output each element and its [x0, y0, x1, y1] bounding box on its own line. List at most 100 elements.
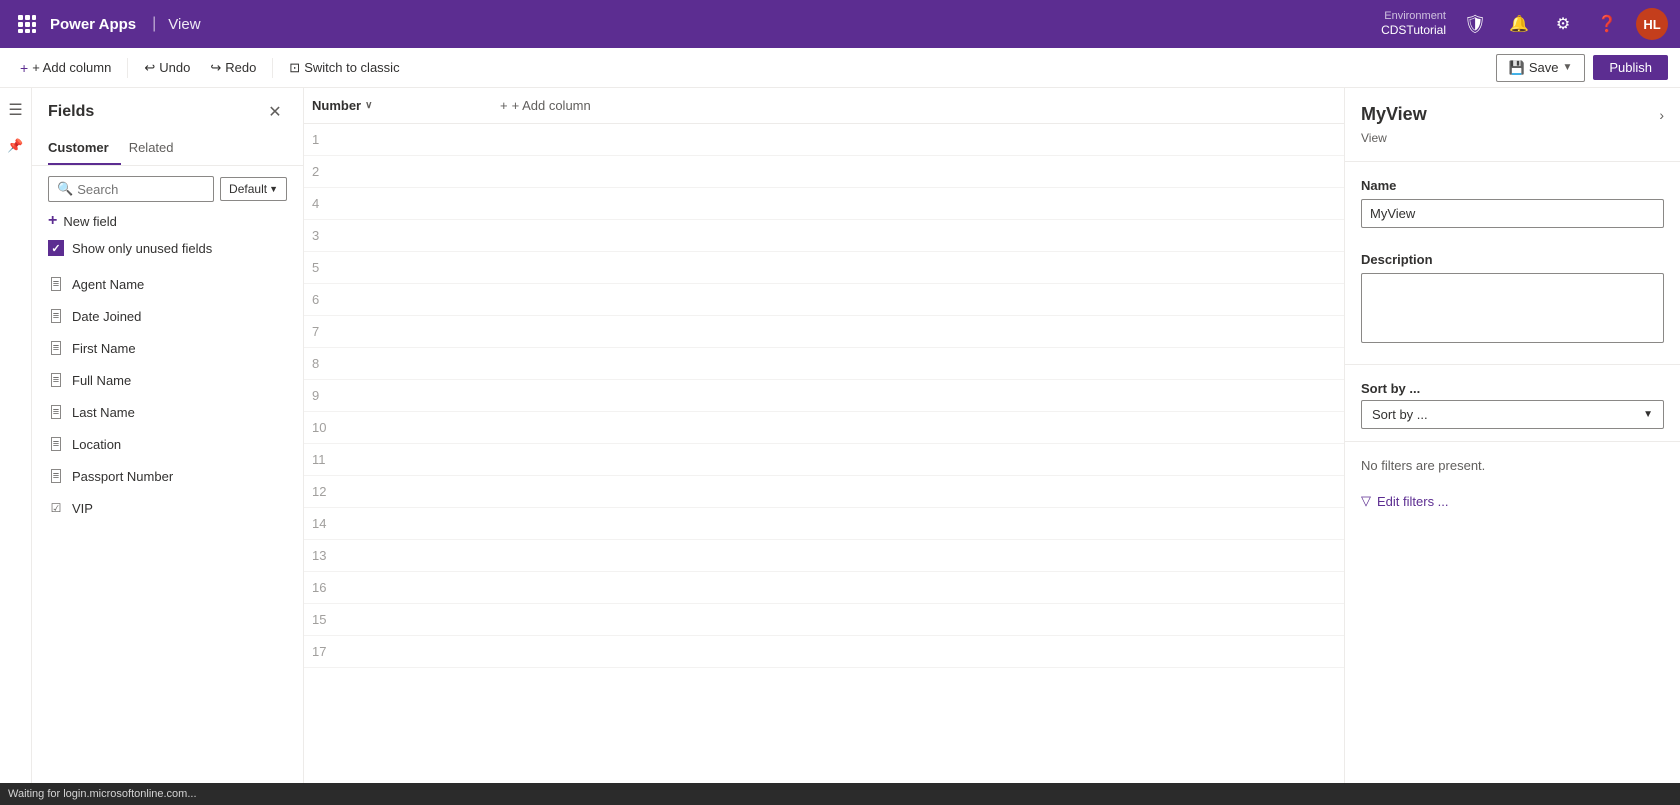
nav-right-icons: Environment CDSTutorial 🛡 🔔 ⚙ ❓ HL [1381, 8, 1668, 40]
add-column-button[interactable]: + + Add column [12, 56, 119, 80]
list-item[interactable]: ≡ Location [32, 428, 303, 460]
grid-header: Number ∨ + + Add column [304, 88, 1344, 124]
row-number: 17 [312, 644, 492, 659]
list-item[interactable]: ≡ Passport Number [32, 460, 303, 492]
table-row[interactable]: 5 [304, 252, 1344, 284]
publish-button[interactable]: Publish [1593, 55, 1668, 80]
app-name: Power Apps [50, 16, 136, 33]
search-input[interactable] [77, 182, 205, 197]
table-row[interactable]: 7 [304, 316, 1344, 348]
table-row[interactable]: 12 [304, 476, 1344, 508]
table-row[interactable]: 17 [304, 636, 1344, 668]
redo-icon: ↪ [210, 60, 221, 76]
settings-icon[interactable]: ⚙ [1548, 9, 1578, 39]
fields-list: ≡ Agent Name ≡ Date Joined ≡ First Name … [32, 264, 303, 805]
default-dropdown-button[interactable]: Default ▼ [220, 177, 287, 201]
name-label: Name [1361, 178, 1664, 193]
save-dropdown-icon[interactable]: ▼ [1562, 62, 1572, 73]
new-field-label: New field [63, 214, 116, 229]
table-row[interactable]: 3 [304, 220, 1344, 252]
save-button[interactable]: 💾 Save ▼ [1496, 54, 1586, 82]
field-icon-text: ≡ [48, 404, 64, 420]
table-row[interactable]: 10 [304, 412, 1344, 444]
table-row[interactable]: 4 [304, 188, 1344, 220]
number-column-header[interactable]: Number ∨ [312, 98, 492, 113]
help-icon[interactable]: ❓ [1592, 9, 1622, 39]
field-icon-text: ≡ [48, 468, 64, 484]
avatar[interactable]: HL [1636, 8, 1668, 40]
grid-rows: 1 2 4 3 5 6 7 8 9 10 11 12 14 13 16 15 1… [304, 124, 1344, 668]
add-column-grid-button[interactable]: + + Add column [492, 94, 599, 117]
table-row[interactable]: 2 [304, 156, 1344, 188]
list-item[interactable]: ≡ Full Name [32, 364, 303, 396]
row-number: 15 [312, 612, 492, 627]
filter-icon: ▽ [1361, 493, 1371, 509]
table-row[interactable]: 1 [304, 124, 1344, 156]
switch-classic-button[interactable]: ⊡ Switch to classic [281, 56, 407, 80]
row-number: 12 [312, 484, 492, 499]
dropdown-chevron-icon: ▼ [269, 184, 278, 194]
environment-info: Environment CDSTutorial [1381, 10, 1446, 38]
right-panel: MyView › View Name Description Sort by .… [1344, 88, 1680, 805]
undo-button[interactable]: ↩ Undo [136, 56, 198, 80]
right-panel-expand-icon[interactable]: › [1659, 107, 1664, 123]
top-navigation: Power Apps | View Environment CDSTutoria… [0, 0, 1680, 48]
field-name: Agent Name [72, 277, 144, 292]
close-fields-button[interactable]: ✕ [263, 100, 287, 124]
sidebar-pin-button[interactable]: 📌 [2, 132, 30, 160]
list-item[interactable]: ≡ Last Name [32, 396, 303, 428]
sort-by-section-label: Sort by ... [1345, 369, 1680, 400]
row-number: 16 [312, 580, 492, 595]
table-row[interactable]: 8 [304, 348, 1344, 380]
switch-icon: ⊡ [289, 60, 300, 76]
row-number: 3 [312, 228, 492, 243]
list-item[interactable]: ≡ First Name [32, 332, 303, 364]
fields-panel: Fields ✕ Customer Related 🔍 Default ▼ + … [32, 88, 304, 805]
table-row[interactable]: 15 [304, 604, 1344, 636]
fields-search-box[interactable]: 🔍 [48, 176, 214, 202]
row-number: 13 [312, 548, 492, 563]
table-row[interactable]: 9 [304, 380, 1344, 412]
no-filters-text: No filters are present. [1345, 446, 1680, 485]
field-name: Date Joined [72, 309, 141, 324]
toggle-sidebar-button[interactable]: ☰ [2, 96, 30, 124]
table-row[interactable]: 11 [304, 444, 1344, 476]
column-header-label: Number [312, 98, 361, 113]
add-column-grid-label: + Add column [512, 98, 591, 113]
grid-container[interactable]: Number ∨ + + Add column 1 2 4 3 5 6 7 8 … [304, 88, 1344, 805]
status-text: Waiting for login.microsoftonline.com... [8, 788, 197, 800]
field-name: Last Name [72, 405, 135, 420]
tab-related[interactable]: Related [129, 132, 186, 165]
table-row[interactable]: 6 [304, 284, 1344, 316]
field-name: Location [72, 437, 121, 452]
description-textarea[interactable] [1361, 273, 1664, 343]
edit-filters-label: Edit filters ... [1377, 494, 1449, 509]
field-name: VIP [72, 501, 93, 516]
panel-divider-3 [1345, 441, 1680, 442]
fields-title: Fields [48, 103, 94, 121]
shield-icon[interactable]: 🛡 [1460, 9, 1490, 39]
list-item[interactable]: ≡ Agent Name [32, 268, 303, 300]
table-row[interactable]: 13 [304, 540, 1344, 572]
table-row[interactable]: 16 [304, 572, 1344, 604]
waffle-menu[interactable] [12, 9, 42, 39]
new-field-button[interactable]: + New field [32, 206, 303, 236]
list-item[interactable]: ≡ Date Joined [32, 300, 303, 332]
notification-icon[interactable]: 🔔 [1504, 9, 1534, 39]
view-subtitle: View [1345, 129, 1680, 157]
status-bar: Waiting for login.microsoftonline.com... [0, 783, 1680, 805]
nav-section: View [168, 16, 200, 33]
edit-filters-button[interactable]: ▽ Edit filters ... [1345, 485, 1680, 517]
redo-button[interactable]: ↪ Redo [202, 56, 264, 80]
show-unused-checkbox[interactable]: ✓ [48, 240, 64, 256]
table-row[interactable]: 14 [304, 508, 1344, 540]
tab-customer[interactable]: Customer [48, 132, 121, 165]
fields-search-row: 🔍 Default ▼ [32, 166, 303, 206]
show-unused-row[interactable]: ✓ Show only unused fields [32, 236, 303, 264]
sort-by-dropdown-button[interactable]: Sort by ... ▼ [1361, 400, 1664, 429]
default-label: Default [229, 182, 267, 196]
name-input[interactable] [1361, 199, 1664, 228]
sort-dropdown-chevron-icon: ▼ [1643, 409, 1653, 420]
switch-label: Switch to classic [304, 60, 399, 75]
list-item[interactable]: ☑ VIP [32, 492, 303, 524]
